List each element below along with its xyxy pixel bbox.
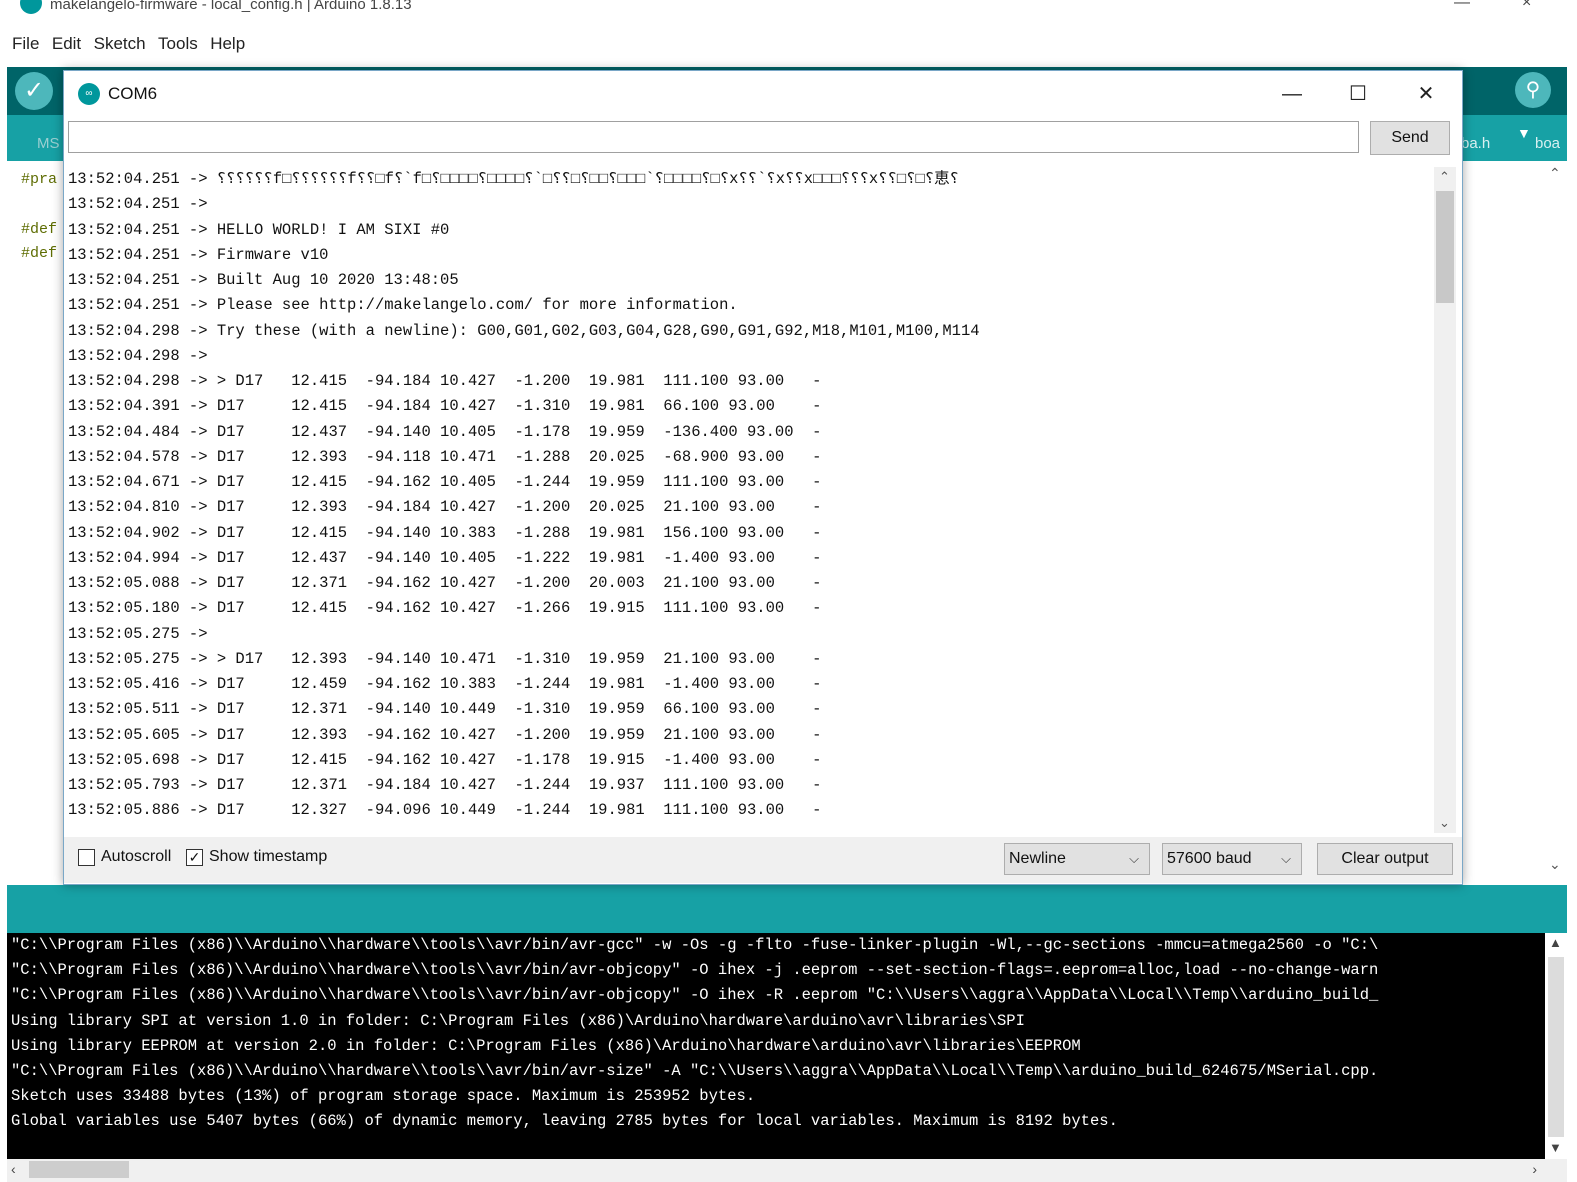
console-scroll-thumb[interactable] <box>1548 957 1564 1137</box>
build-console: "C:\\Program Files (x86)\\Arduino\\hardw… <box>7 933 1567 1159</box>
console-output: "C:\\Program Files (x86)\\Arduino\\hardw… <box>11 933 1535 1135</box>
menu-edit[interactable]: Edit <box>52 34 81 54</box>
ide-close-button[interactable]: × <box>1522 0 1531 12</box>
code-line: #def <box>21 221 58 238</box>
console-horizontal-scrollbar[interactable]: ‹ › <box>7 1159 1567 1182</box>
serial-output-line: 13:52:04.671 -> D17 12.415 -94.162 10.40… <box>68 473 822 491</box>
serial-monitor-title-bar: ∞ COM6 — ☐ ✕ <box>64 71 1462 117</box>
console-line: "C:\\Program Files (x86)\\Arduino\\hardw… <box>11 961 1379 980</box>
serial-output-line: 13:52:04.298 -> > D17 12.415 -94.184 10.… <box>68 372 822 390</box>
clear-output-button[interactable]: Clear output <box>1317 843 1453 875</box>
tab-mserial[interactable]: MS <box>37 135 60 152</box>
ide-status-bar <box>7 885 1567 933</box>
menu-sketch[interactable]: Sketch <box>94 34 146 54</box>
serial-output-line: 13:52:04.578 -> D17 12.393 -94.118 10.47… <box>68 447 822 466</box>
ide-window-title: makelangelo-firmware - local_config.h | … <box>50 0 412 13</box>
serial-output-line: 13:52:04.251 -> HELLO WORLD! I AM SIXI #… <box>68 220 450 239</box>
line-ending-value: Newline <box>1009 850 1066 867</box>
show-timestamp-checkbox[interactable]: ✓ <box>186 849 203 866</box>
menu-tools[interactable]: Tools <box>158 34 198 54</box>
scroll-up-icon[interactable]: ⌃ <box>1439 169 1450 185</box>
serial-scroll-thumb[interactable] <box>1436 191 1454 303</box>
ide-title-bar: makelangelo-firmware - local_config.h | … <box>0 0 1577 24</box>
scroll-right-icon[interactable]: › <box>1532 1161 1537 1177</box>
serial-monitor-footer: Autoscroll ✓ Show timestamp Newline ⌵ 57… <box>64 837 1462 883</box>
line-ending-select[interactable]: Newline ⌵ <box>1004 843 1150 875</box>
serial-output-line: 13:52:05.511 -> D17 12.371 -94.140 10.44… <box>68 700 822 719</box>
scroll-up-icon[interactable]: ⌃ <box>1549 165 1561 182</box>
ide-minimize-button[interactable]: — <box>1454 0 1470 12</box>
serial-output-line: 13:52:04.810 -> D17 12.393 -94.184 10.42… <box>68 498 822 517</box>
serial-output-line: 13:52:05.886 -> D17 12.327 -94.096 10.44… <box>68 801 822 820</box>
scroll-down-icon[interactable]: ▼ <box>1549 1140 1562 1155</box>
scroll-left-icon[interactable]: ‹ <box>11 1161 16 1177</box>
minimize-button[interactable]: — <box>1270 77 1314 111</box>
serial-output-line: 13:52:04.251 -> Built Aug 10 2020 13:48:… <box>68 271 459 289</box>
baud-rate-value: 57600 baud <box>1167 850 1252 867</box>
show-timestamp-label: Show timestamp <box>209 848 328 865</box>
serial-output-scrollbar[interactable]: ⌃ ⌄ <box>1434 167 1456 833</box>
menu-file[interactable]: File <box>12 34 39 54</box>
arduino-logo-icon <box>20 0 42 14</box>
tab-board[interactable]: boa <box>1535 135 1560 152</box>
serial-output-line: 13:52:05.416 -> D17 12.459 -94.162 10.38… <box>68 675 822 693</box>
serial-input-field[interactable] <box>68 121 1359 153</box>
serial-monitor-title: COM6 <box>108 84 158 103</box>
send-button[interactable]: Send <box>1370 121 1450 155</box>
serial-monitor-window: ∞ COM6 — ☐ ✕ Send 13:52:04.251 -> ⸮⸮⸮⸮⸮⸮… <box>63 70 1463 885</box>
console-line: "C:\\Program Files (x86)\\Arduino\\hardw… <box>11 1062 1379 1081</box>
serial-output-line: 13:52:05.180 -> D17 12.415 -94.162 10.42… <box>68 599 822 618</box>
serial-output-line: 13:52:04.902 -> D17 12.415 -94.140 10.38… <box>68 523 822 542</box>
console-line: Global variables use 5407 bytes (66%) of… <box>11 1112 1118 1131</box>
serial-output-line: 13:52:04.298 -> Try these (with a newlin… <box>68 321 980 340</box>
code-line: #def <box>21 245 58 262</box>
serial-output-line: 13:52:04.251 -> <box>68 195 208 214</box>
tab-board-h[interactable]: ba.h <box>1461 135 1490 152</box>
chevron-down-icon: ⌵ <box>1281 851 1291 866</box>
maximize-button[interactable]: ☐ <box>1336 77 1380 111</box>
console-scrollbar[interactable]: ▲ ▼ <box>1545 933 1567 1159</box>
chevron-down-icon: ⌵ <box>1129 851 1139 866</box>
serial-output-line: 13:52:04.391 -> D17 12.415 -94.184 10.42… <box>68 397 822 416</box>
baud-rate-select[interactable]: 57600 baud ⌵ <box>1162 843 1302 875</box>
autoscroll-checkbox[interactable] <box>78 849 95 866</box>
serial-output-line: 13:52:04.298 -> <box>68 346 208 365</box>
serial-output-line: 13:52:04.251 -> Firmware v10 <box>68 245 329 264</box>
serial-output-line: 13:52:05.793 -> D17 12.371 -94.184 10.42… <box>68 776 822 794</box>
serial-output-line: 13:52:04.994 -> D17 12.437 -94.140 10.40… <box>68 548 822 567</box>
serial-output-line: 13:52:05.605 -> D17 12.393 -94.162 10.42… <box>68 725 822 744</box>
serial-output-area[interactable]: 13:52:04.251 -> ⸮⸮⸮⸮⸮⸮f□⸮⸮⸮⸮⸮⸮f⸮⸮□f⸮`f□⸮… <box>68 167 1434 833</box>
serial-output-line: 13:52:04.251 -> ⸮⸮⸮⸮⸮⸮f□⸮⸮⸮⸮⸮⸮f⸮⸮□f⸮`f□⸮… <box>68 170 959 188</box>
serial-monitor-button[interactable]: ⚲ <box>1515 72 1551 108</box>
serial-output-line: 13:52:05.088 -> D17 12.371 -94.162 10.42… <box>68 574 822 592</box>
verify-button[interactable]: ✓ <box>15 72 53 110</box>
arduino-logo-icon: ∞ <box>78 83 100 105</box>
tab-menu-dropdown-icon[interactable]: ▼ <box>1517 125 1531 141</box>
console-line: "C:\\Program Files (x86)\\Arduino\\hardw… <box>11 986 1379 1005</box>
menu-bar: File Edit Sketch Tools Help <box>0 34 600 60</box>
serial-output-line: 13:52:05.275 -> > D17 12.393 -94.140 10.… <box>68 649 822 668</box>
serial-output-line: 13:52:04.251 -> Please see http://makela… <box>68 296 738 315</box>
send-row: Send <box>64 119 1462 159</box>
editor-scrollbar[interactable]: ⌃ ⌄ <box>1545 161 1567 885</box>
console-line: Using library EEPROM at version 2.0 in f… <box>11 1036 1081 1055</box>
code-line: #pra <box>21 171 58 188</box>
scroll-up-icon[interactable]: ▲ <box>1549 935 1562 950</box>
console-line: Using library SPI at version 1.0 in fold… <box>11 1011 1025 1030</box>
menu-help[interactable]: Help <box>210 34 245 54</box>
serial-output-line: 13:52:05.698 -> D17 12.415 -94.162 10.42… <box>68 750 822 769</box>
console-line: "C:\\Program Files (x86)\\Arduino\\hardw… <box>11 936 1379 954</box>
console-line: Sketch uses 33488 bytes (13%) of program… <box>11 1087 756 1106</box>
serial-output-line: 13:52:05.275 -> <box>68 624 208 643</box>
close-button[interactable]: ✕ <box>1404 77 1448 111</box>
serial-output-line: 13:52:04.484 -> D17 12.437 -94.140 10.40… <box>68 422 822 441</box>
autoscroll-label: Autoscroll <box>101 848 172 865</box>
scroll-down-icon[interactable]: ⌄ <box>1439 815 1450 831</box>
scroll-down-icon[interactable]: ⌄ <box>1549 856 1561 873</box>
horizontal-scroll-thumb[interactable] <box>29 1161 129 1178</box>
